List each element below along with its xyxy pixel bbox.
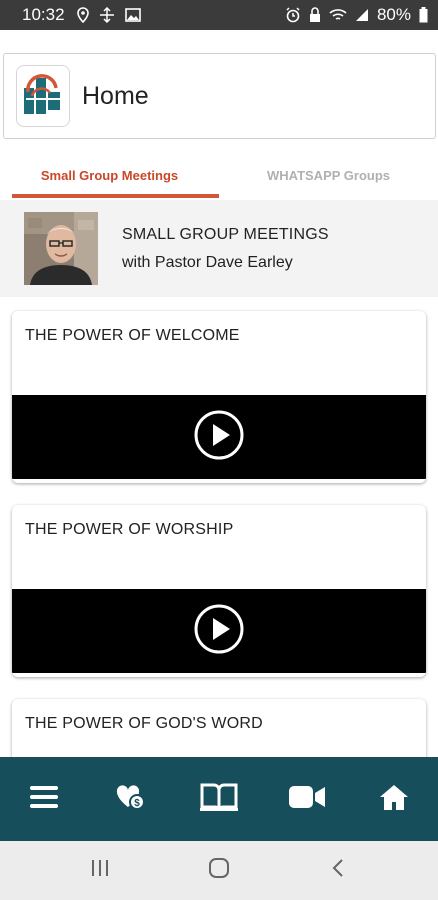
video-title: THE POWER OF WELCOME — [25, 327, 240, 344]
video-list[interactable]: THE POWER OF WELCOME THE POWER OF WORSHI… — [0, 297, 438, 757]
tab-indicator — [12, 194, 219, 198]
lock-icon — [309, 7, 321, 23]
video-title: THE POWER OF GOD'S WORD — [25, 715, 263, 732]
back-icon — [331, 858, 345, 883]
heart-hand-icon: $ — [115, 783, 147, 816]
app-header: Home — [0, 30, 438, 150]
nav-bible-button[interactable] — [189, 769, 249, 829]
system-home-button[interactable] — [189, 851, 249, 891]
bottom-nav: $ — [0, 757, 438, 841]
tab-whatsapp-groups[interactable]: WHATSAPP Groups — [219, 150, 438, 200]
status-bar: 10:32 80% — [0, 0, 438, 30]
recent-apps-button[interactable] — [70, 851, 130, 891]
video-card[interactable]: THE POWER OF WELCOME — [12, 311, 426, 483]
bible-icon — [199, 782, 238, 817]
banner-text: SMALL GROUP MEETINGS with Pastor Dave Ea… — [122, 226, 329, 272]
battery-percent: 80% — [376, 5, 411, 24]
nav-giving-button[interactable]: $ — [101, 769, 161, 829]
recent-apps-icon — [90, 859, 110, 882]
video-title: THE POWER OF WORSHIP — [25, 521, 234, 538]
video-player[interactable] — [12, 395, 426, 479]
video-camera-icon — [288, 784, 326, 815]
status-icons — [76, 7, 141, 23]
menu-icon — [29, 784, 59, 815]
tab-label: WHATSAPP Groups — [266, 167, 391, 183]
banner-title: SMALL GROUP MEETINGS — [122, 225, 329, 243]
status-left: 10:32 — [22, 5, 141, 25]
home-icon — [379, 783, 409, 816]
location-icon — [76, 7, 89, 23]
pastor-banner: SMALL GROUP MEETINGS with Pastor Dave Ea… — [0, 200, 438, 297]
nav-home-button[interactable] — [364, 769, 424, 829]
tab-label: Small Group Meetings — [40, 167, 179, 183]
wifi-icon — [329, 8, 347, 22]
back-button[interactable] — [308, 851, 368, 891]
status-time: 10:32 — [22, 5, 65, 24]
nav-video-button[interactable] — [277, 769, 337, 829]
pastor-photo — [24, 212, 98, 285]
video-player[interactable] — [12, 589, 426, 673]
video-card[interactable]: THE POWER OF WORSHIP — [12, 505, 426, 677]
nav-menu-button[interactable] — [14, 769, 74, 829]
home-circle-icon — [208, 857, 230, 884]
status-right: 80% — [285, 5, 428, 25]
tab-bar: Small Group Meetings WHATSAPP Groups — [0, 150, 438, 200]
image-icon — [124, 8, 141, 22]
play-icon[interactable] — [193, 603, 245, 660]
church-logo-icon[interactable] — [16, 65, 70, 127]
header-card: Home — [3, 53, 436, 139]
banner-subtitle: with Pastor Dave Earley — [122, 253, 293, 271]
play-icon[interactable] — [193, 409, 245, 466]
video-card[interactable]: THE POWER OF GOD'S WORD — [12, 699, 426, 757]
data-transfer-icon — [99, 7, 115, 23]
svg-text:$: $ — [135, 798, 141, 809]
battery-icon — [419, 7, 428, 23]
signal-icon — [355, 8, 369, 22]
tab-small-group-meetings[interactable]: Small Group Meetings — [0, 150, 219, 200]
alarm-icon — [285, 7, 301, 23]
system-nav-bar — [0, 841, 438, 900]
page-title: Home — [82, 81, 149, 110]
